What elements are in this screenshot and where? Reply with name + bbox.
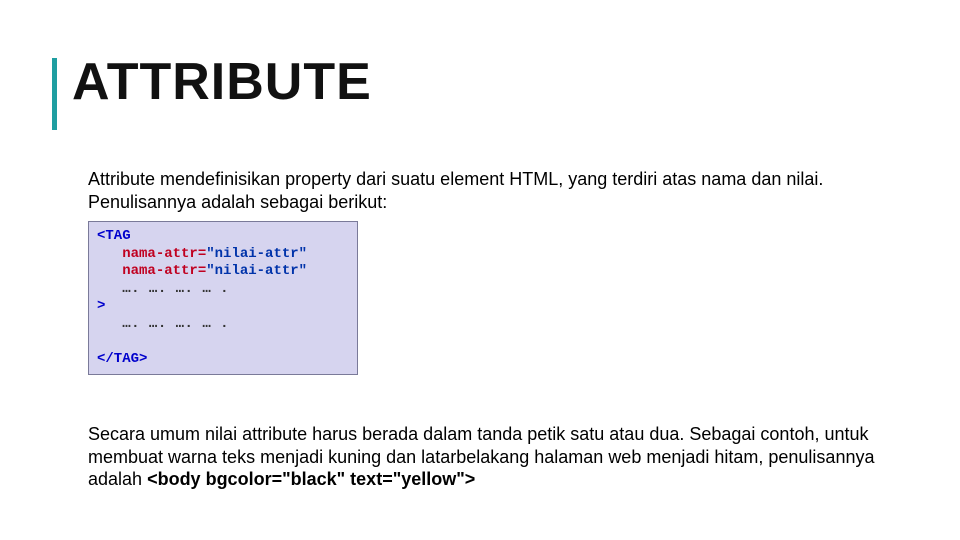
- title-accent-bar: [52, 58, 57, 130]
- slide-body: Attribute mendefinisikan property dari s…: [88, 168, 878, 491]
- slide: ATTRIBUTE Attribute mendefinisikan prope…: [0, 0, 960, 540]
- explanation-code-sample: <body bgcolor="black" text="yellow">: [147, 469, 475, 489]
- code-close-tag: </TAG>: [97, 351, 147, 367]
- code-dots-1: …. …. …. … .: [122, 281, 229, 297]
- code-attr2-name: nama-attr: [122, 263, 198, 279]
- code-close-angle: >: [97, 298, 105, 314]
- intro-paragraph: Attribute mendefinisikan property dari s…: [88, 168, 878, 213]
- code-attr1-name: nama-attr: [122, 246, 198, 262]
- code-example-box: <TAG nama-attr="nilai-attr" nama-attr="n…: [88, 221, 358, 375]
- slide-title: ATTRIBUTE: [72, 52, 372, 112]
- code-open-tag: <TAG: [97, 228, 131, 244]
- code-attr2-value: "nilai-attr": [206, 263, 307, 279]
- code-example: <TAG nama-attr="nilai-attr" nama-attr="n…: [97, 228, 349, 368]
- explanation-paragraph: Secara umum nilai attribute harus berada…: [88, 423, 878, 491]
- code-attr1-value: "nilai-attr": [206, 246, 307, 262]
- code-dots-2: …. …. …. … .: [122, 316, 229, 332]
